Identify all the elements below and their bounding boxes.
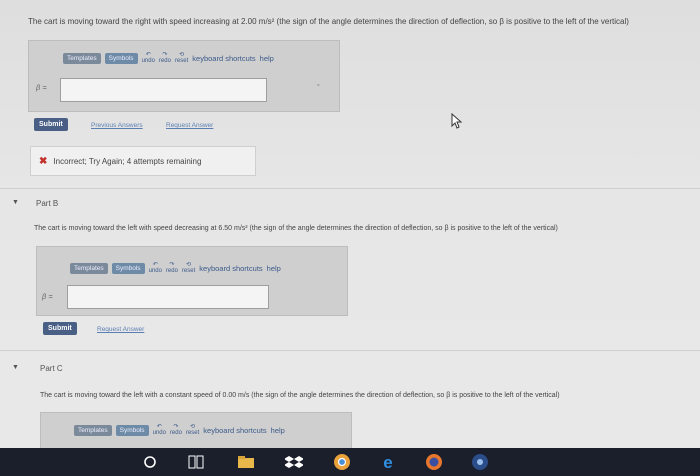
dropbox-icon[interactable] [284, 452, 304, 472]
reset-label: reset [181, 268, 196, 274]
file-explorer-icon[interactable] [236, 452, 256, 472]
redo-button[interactable]: ↷ redo [170, 424, 182, 436]
redo-button[interactable]: ↷ redo [166, 262, 178, 274]
mouse-cursor-icon [451, 113, 463, 129]
reset-button[interactable]: ⟲ reset [175, 52, 188, 64]
part-c-prompt: The cart is moving toward the left with … [40, 392, 560, 399]
beta-label: β = [42, 292, 53, 301]
incorrect-x-icon: ✖ [39, 155, 48, 167]
symbols-button[interactable]: Symbols [104, 52, 138, 64]
redo-button[interactable]: ↷ redo [159, 52, 171, 64]
part-b-collapse-caret-icon[interactable]: ▼ [12, 199, 19, 206]
svg-text:e: e [383, 453, 392, 471]
part-c-collapse-caret-icon[interactable]: ▼ [12, 364, 19, 371]
media-icon[interactable] [470, 452, 490, 472]
part-b-prompt: The cart is moving toward the left with … [34, 225, 558, 232]
previous-answers-link[interactable]: Previous Answers [91, 122, 143, 129]
reset-button[interactable]: ⟲ reset [182, 262, 195, 274]
edge-icon[interactable]: e [378, 452, 398, 472]
templates-button[interactable]: Templates [63, 52, 101, 64]
reset-label: reset [174, 58, 189, 64]
redo-label: redo [158, 58, 171, 64]
firefox-icon[interactable] [424, 452, 444, 472]
task-view-icon[interactable] [186, 452, 206, 472]
part-a-submit-button[interactable]: Submit [34, 118, 68, 131]
redo-label: redo [169, 430, 182, 436]
undo-label: undo [141, 58, 155, 64]
cortana-search-icon[interactable] [140, 452, 160, 472]
part-a-request-answer-link[interactable]: Request Answer [166, 122, 213, 129]
feedback-text: Incorrect; Try Again; 4 attempts remaini… [53, 156, 202, 166]
part-a-beta-input[interactable] [60, 78, 267, 102]
part-c-title[interactable]: Part C [40, 364, 63, 373]
undo-button[interactable]: ↶ undo [149, 262, 162, 274]
divider [0, 350, 700, 351]
help-link[interactable]: help [260, 54, 274, 63]
keyboard-shortcuts-link[interactable]: keyboard shortcuts [199, 264, 262, 273]
help-link[interactable]: help [271, 426, 285, 435]
part-b-request-answer-link[interactable]: Request Answer [97, 326, 144, 333]
redo-label: redo [165, 268, 178, 274]
templates-button[interactable]: Templates [74, 424, 112, 436]
part-b-toolbar: Templates Symbols ↶ undo ↷ redo ⟲ reset key… [70, 262, 281, 274]
part-c-toolbar: Templates Symbols ↶ undo ↷ redo ⟲ reset key… [74, 424, 285, 436]
help-link[interactable]: help [267, 264, 281, 273]
templates-button[interactable]: Templates [70, 262, 108, 274]
keyboard-shortcuts-link[interactable]: keyboard shortcuts [192, 54, 255, 63]
keyboard-shortcuts-link[interactable]: keyboard shortcuts [203, 426, 266, 435]
symbols-button[interactable]: Symbols [111, 262, 145, 274]
symbols-button[interactable]: Symbols [115, 424, 149, 436]
part-a-prompt: The cart is moving toward the right with… [28, 17, 629, 26]
chrome-icon[interactable] [332, 452, 352, 472]
part-b-title[interactable]: Part B [36, 199, 58, 208]
degree-unit: ° [317, 84, 320, 91]
part-b-submit-button[interactable]: Submit [43, 322, 77, 335]
reset-button[interactable]: ⟲ reset [186, 424, 199, 436]
undo-label: undo [148, 268, 162, 274]
undo-button[interactable]: ↶ undo [153, 424, 166, 436]
undo-label: undo [152, 430, 166, 436]
part-b-beta-input[interactable] [67, 285, 269, 309]
divider [0, 188, 700, 189]
part-a-toolbar: Templates Symbols ↶ undo ↷ redo ⟲ reset key… [63, 52, 274, 64]
beta-label: β = [36, 83, 47, 92]
part-a-feedback: ✖ Incorrect; Try Again; 4 attempts remai… [30, 146, 256, 176]
reset-label: reset [185, 430, 200, 436]
undo-button[interactable]: ↶ undo [142, 52, 155, 64]
